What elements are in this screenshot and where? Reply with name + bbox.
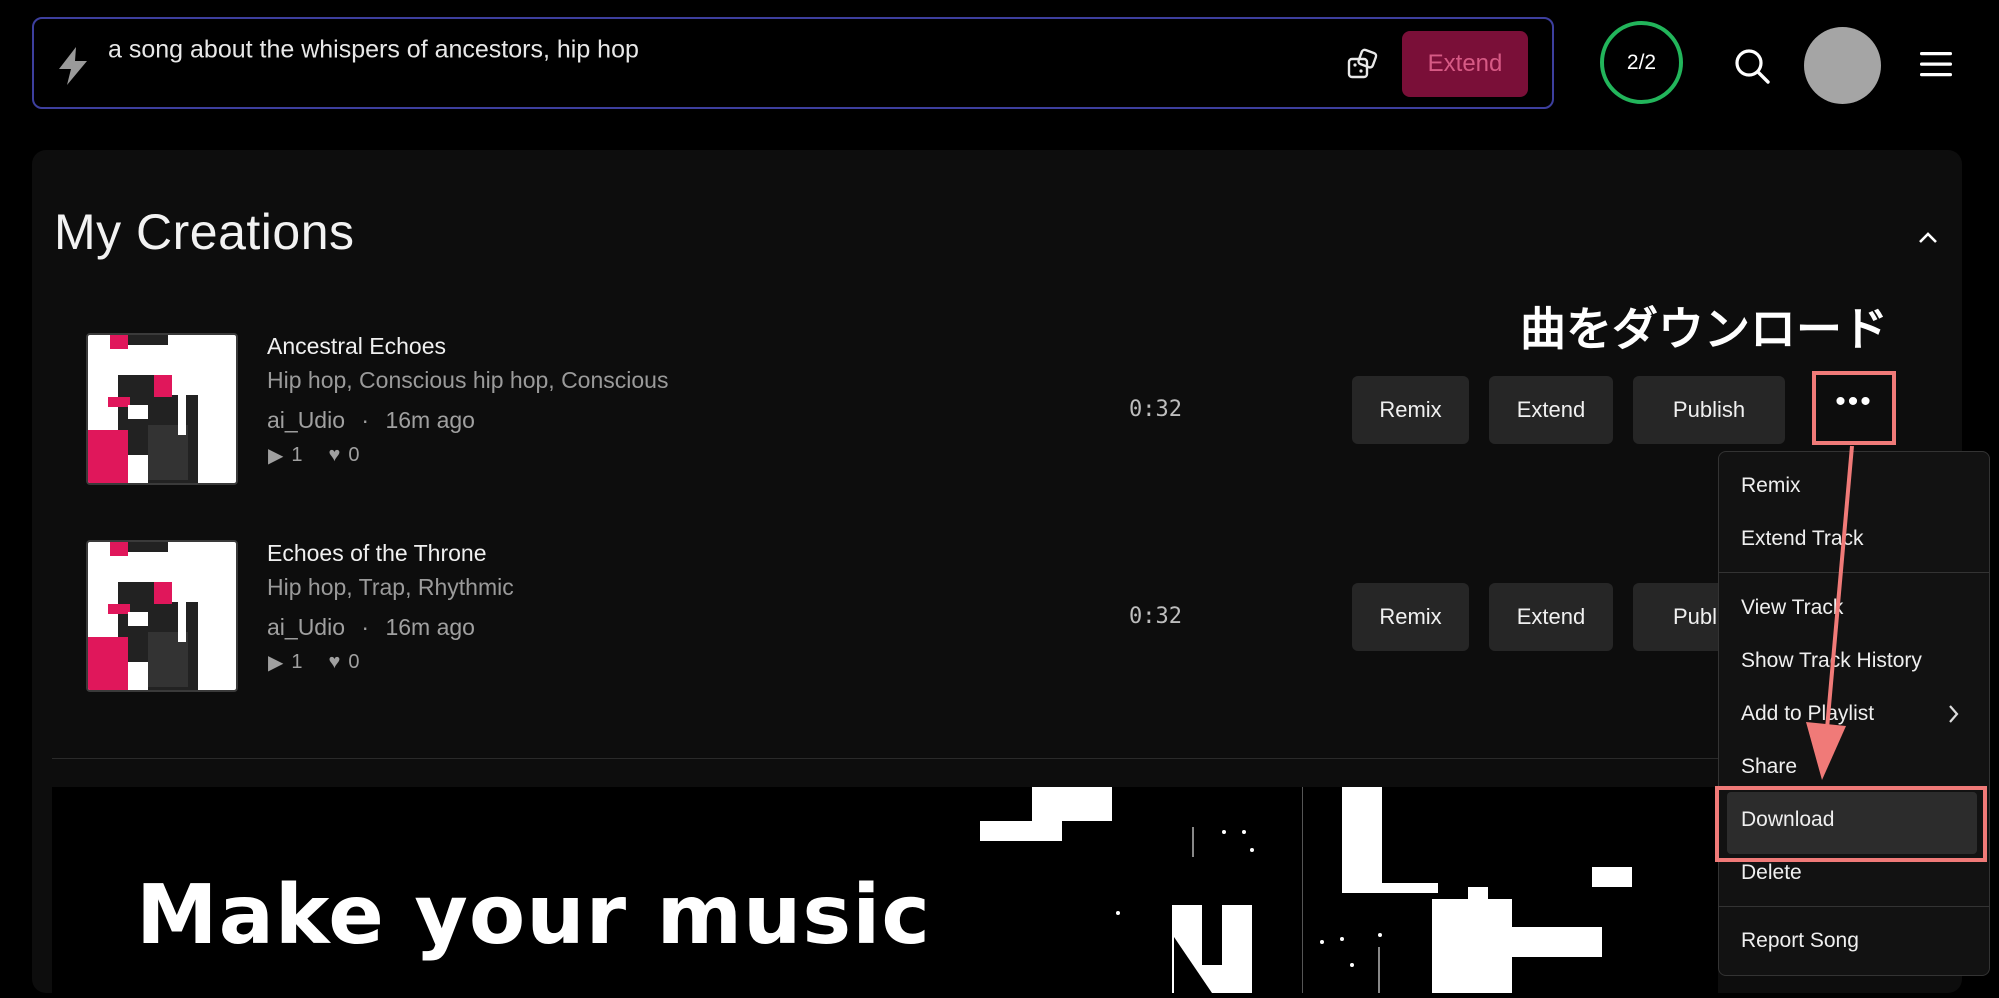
chevron-right-icon — [1949, 705, 1959, 723]
play-count: 1 — [291, 444, 303, 466]
track-tags[interactable]: Hip hop, Conscious hip hop, Conscious — [267, 367, 668, 394]
prompt-input[interactable]: a song about the whispers of ancestors, … — [108, 36, 639, 65]
play-icon: ▶ — [268, 445, 284, 467]
menu-item-share[interactable]: Share — [1741, 755, 1797, 779]
credits-counter[interactable]: 2/2 — [1600, 21, 1683, 104]
publish-button[interactable]: Publish — [1633, 376, 1785, 444]
track-thumbnail[interactable] — [86, 333, 238, 485]
separator-dot: · — [361, 614, 370, 640]
heart-icon: ♥ — [328, 444, 341, 466]
track-stats: ▶ 1 ♥ 0 — [268, 443, 360, 468]
menu-separator — [1719, 906, 1989, 907]
section-title: My Creations — [54, 204, 355, 260]
play-count: 1 — [291, 651, 303, 673]
avatar[interactable] — [1804, 27, 1881, 104]
extend-track-button[interactable]: Extend — [1489, 376, 1613, 444]
track-author[interactable]: ai_Udio — [267, 614, 345, 640]
track-meta: ai_Udio · 16m ago — [267, 614, 475, 641]
chevron-up-icon[interactable] — [1918, 230, 1938, 244]
extend-track-button[interactable]: Extend — [1489, 583, 1613, 651]
track-title[interactable]: Echoes of the Throne — [267, 540, 487, 567]
like-count: 0 — [348, 444, 360, 466]
track-stats: ▶ 1 ♥ 0 — [268, 650, 360, 675]
track-title[interactable]: Ancestral Echoes — [267, 333, 446, 360]
track-duration: 0:32 — [1129, 604, 1182, 629]
banner-title: Make your music — [136, 868, 931, 963]
extend-button[interactable]: Extend — [1402, 31, 1528, 97]
track-age: 16m ago — [385, 407, 475, 433]
annotation-arrow — [1806, 445, 1854, 780]
download-highlight-box — [1715, 786, 1987, 862]
cover-art-image — [88, 335, 236, 483]
more-options-button[interactable]: ••• — [1812, 371, 1896, 445]
more-dots-icon: ••• — [1835, 385, 1873, 418]
track-thumbnail[interactable] — [86, 540, 238, 692]
track-meta: ai_Udio · 16m ago — [267, 407, 475, 434]
track-tags[interactable]: Hip hop, Trap, Rhythmic — [267, 574, 514, 601]
search-icon[interactable] — [1733, 47, 1771, 85]
track-duration: 0:32 — [1129, 397, 1182, 422]
like-count: 0 — [348, 651, 360, 673]
remix-button[interactable]: Remix — [1352, 376, 1469, 444]
remix-button[interactable]: Remix — [1352, 583, 1469, 651]
menu-item-remix[interactable]: Remix — [1741, 474, 1801, 498]
hamburger-menu-icon[interactable] — [1920, 50, 1952, 78]
track-author[interactable]: ai_Udio — [267, 407, 345, 433]
menu-item-delete[interactable]: Delete — [1741, 861, 1802, 885]
cover-art-image — [88, 542, 236, 690]
track-age: 16m ago — [385, 614, 475, 640]
heart-icon: ♥ — [328, 651, 341, 673]
separator-dot: · — [361, 407, 370, 433]
publish-button[interactable]: Publi — [1633, 583, 1722, 651]
divider — [52, 758, 1922, 759]
play-icon: ▶ — [268, 652, 284, 674]
menu-item-report-song[interactable]: Report Song — [1741, 929, 1859, 953]
dice-icon[interactable] — [1346, 48, 1380, 82]
lightning-icon — [59, 47, 87, 85]
annotation-text: 曲をダウンロード — [1520, 302, 1888, 356]
